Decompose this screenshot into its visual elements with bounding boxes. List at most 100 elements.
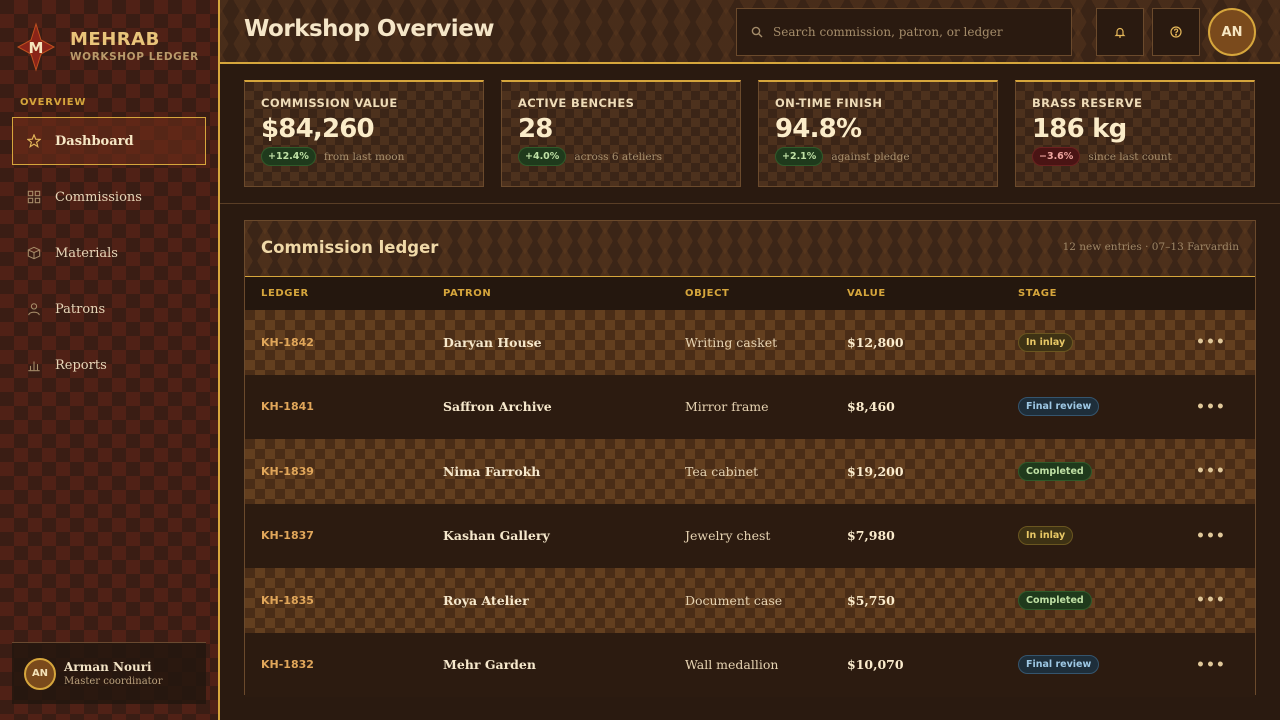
stage-badge: Final review bbox=[1018, 397, 1100, 417]
table-row[interactable]: KH-1837 Kashan Gallery Jewelry chest $7,… bbox=[245, 503, 1255, 569]
stage-cell: Completed bbox=[1002, 568, 1180, 633]
user-profile-card[interactable]: AN Arman Nouri Master coordinator bbox=[12, 642, 206, 704]
stage-badge: Final review bbox=[1018, 655, 1100, 675]
column-header-stage[interactable]: STAGE bbox=[1002, 277, 1180, 310]
stat-label: ACTIVE BENCHES bbox=[518, 96, 635, 110]
stat-label: ON-TIME FINISH bbox=[775, 96, 883, 110]
object-cell: Wall medallion bbox=[685, 657, 779, 673]
box-icon bbox=[27, 246, 41, 260]
table-row[interactable]: KH-1835 Roya Atelier Document case $5,75… bbox=[245, 568, 1255, 633]
stat-delta-badge: +4.0% bbox=[518, 147, 567, 166]
object-cell: Mirror frame bbox=[685, 399, 769, 415]
column-header-patron[interactable]: PATRON bbox=[427, 277, 669, 310]
stage-badge: In inlay bbox=[1018, 332, 1074, 352]
more-options-icon[interactable]: ••• bbox=[1196, 334, 1226, 350]
row-actions-cell: ••• bbox=[1180, 504, 1255, 569]
patron-cell: Saffron Archive bbox=[443, 399, 552, 415]
stat-card-brass-reserve: BRASS RESERVE 186 kg −3.6% since last co… bbox=[1015, 80, 1255, 187]
ledger-id-link[interactable]: KH-1841 bbox=[245, 375, 427, 440]
patron-cell: Kashan Gallery bbox=[443, 528, 550, 544]
bell-icon bbox=[1114, 23, 1126, 42]
ledger-id-link[interactable]: KH-1832 bbox=[245, 633, 427, 698]
brand[interactable]: M MEHRAB WORKSHOP LEDGER bbox=[16, 22, 199, 72]
star-icon bbox=[27, 134, 41, 148]
sidebar-item-reports[interactable]: Reports bbox=[12, 341, 206, 389]
more-options-icon[interactable]: ••• bbox=[1196, 399, 1226, 415]
value-cell: $7,980 bbox=[847, 528, 895, 544]
stat-label: BRASS RESERVE bbox=[1032, 96, 1143, 110]
help-button[interactable] bbox=[1152, 8, 1200, 56]
stat-note: from last moon bbox=[323, 150, 405, 163]
stat-delta-badge: +12.4% bbox=[261, 147, 316, 166]
table-row[interactable]: KH-1832 Mehr Garden Wall medallion $10,0… bbox=[245, 632, 1255, 698]
object-cell: Tea cabinet bbox=[685, 463, 759, 479]
ledger-header: Commission ledger 12 new entries · 07–13… bbox=[245, 221, 1255, 277]
value-cell: $10,070 bbox=[847, 657, 904, 673]
more-options-icon[interactable]: ••• bbox=[1196, 592, 1226, 608]
ledger-meta: 12 new entries · 07–13 Farvardin bbox=[1062, 241, 1239, 253]
more-options-icon[interactable]: ••• bbox=[1196, 528, 1226, 544]
patron-cell: Roya Atelier bbox=[443, 592, 529, 608]
sidebar-item-label: Dashboard bbox=[55, 133, 134, 149]
patron-cell: Daryan House bbox=[443, 334, 542, 350]
table-header-row: LEDGER PATRON OBJECT VALUE STAGE bbox=[245, 277, 1255, 310]
row-actions-cell: ••• bbox=[1180, 633, 1255, 698]
search-icon bbox=[751, 23, 763, 42]
notifications-button[interactable] bbox=[1096, 8, 1144, 56]
column-header-ledger[interactable]: LEDGER bbox=[245, 277, 427, 310]
stat-value: 28 bbox=[518, 114, 553, 144]
user-icon bbox=[27, 302, 41, 316]
sidebar-item-label: Patrons bbox=[55, 301, 106, 317]
stat-label: COMMISSION VALUE bbox=[261, 96, 398, 110]
ledger-id-link[interactable]: KH-1835 bbox=[245, 568, 427, 633]
more-options-icon[interactable]: ••• bbox=[1196, 463, 1226, 479]
stat-value: 94.8% bbox=[775, 114, 862, 144]
stage-cell: Final review bbox=[1002, 633, 1180, 698]
object-cell: Jewelry chest bbox=[685, 528, 771, 544]
top-header: Workshop Overview AN bbox=[220, 0, 1280, 64]
bar-chart-icon bbox=[27, 358, 41, 372]
column-header-actions bbox=[1180, 277, 1255, 310]
sidebar-item-patrons[interactable]: Patrons bbox=[12, 285, 206, 333]
stage-cell: In inlay bbox=[1002, 504, 1180, 569]
sidebar-nav: Dashboard Commissions Materials Patrons … bbox=[12, 117, 206, 397]
stage-badge: In inlay bbox=[1018, 526, 1074, 546]
sidebar-item-commissions[interactable]: Commissions bbox=[12, 173, 206, 221]
column-header-value[interactable]: VALUE bbox=[831, 277, 1002, 310]
sidebar-item-dashboard[interactable]: Dashboard bbox=[12, 117, 206, 165]
user-name: Arman Nouri bbox=[64, 659, 152, 674]
value-cell: $12,800 bbox=[847, 334, 904, 350]
header-avatar[interactable]: AN bbox=[1208, 8, 1256, 56]
stat-note: against pledge bbox=[831, 150, 910, 163]
sidebar-item-materials[interactable]: Materials bbox=[12, 229, 206, 277]
stat-card-commission-value: COMMISSION VALUE $84,260 +12.4% from las… bbox=[244, 80, 484, 187]
ledger-id-link[interactable]: KH-1842 bbox=[245, 310, 427, 375]
stat-card-active-benches: ACTIVE BENCHES 28 +4.0% across 6 atelier… bbox=[501, 80, 741, 187]
stage-cell: Completed bbox=[1002, 439, 1180, 504]
value-cell: $5,750 bbox=[847, 592, 895, 608]
search-input[interactable] bbox=[773, 25, 1053, 39]
column-header-object[interactable]: OBJECT bbox=[669, 277, 831, 310]
ledger-table: LEDGER PATRON OBJECT VALUE STAGE KH-1842… bbox=[245, 277, 1255, 697]
table-row[interactable]: KH-1839 Nima Farrokh Tea cabinet $19,200… bbox=[245, 439, 1255, 504]
table-row[interactable]: KH-1842 Daryan House Writing casket $12,… bbox=[245, 310, 1255, 375]
search-box[interactable] bbox=[736, 8, 1072, 56]
value-cell: $8,460 bbox=[847, 399, 895, 415]
patron-cell: Mehr Garden bbox=[443, 657, 536, 673]
row-actions-cell: ••• bbox=[1180, 439, 1255, 504]
object-cell: Writing casket bbox=[685, 334, 778, 350]
stat-value: 186 kg bbox=[1032, 114, 1127, 144]
value-cell: $19,200 bbox=[847, 463, 904, 479]
stats-section: COMMISSION VALUE $84,260 +12.4% from las… bbox=[220, 64, 1280, 204]
sidebar-item-label: Reports bbox=[55, 357, 107, 373]
brand-logo-icon: M bbox=[16, 22, 56, 72]
row-actions-cell: ••• bbox=[1180, 310, 1255, 375]
table-row[interactable]: KH-1841 Saffron Archive Mirror frame $8,… bbox=[245, 374, 1255, 440]
stat-delta-badge: +2.1% bbox=[775, 147, 824, 166]
more-options-icon[interactable]: ••• bbox=[1196, 657, 1226, 673]
stat-note: since last count bbox=[1088, 150, 1172, 163]
ledger-title: Commission ledger bbox=[261, 238, 439, 257]
ledger-id-link[interactable]: KH-1837 bbox=[245, 504, 427, 569]
grid-icon bbox=[27, 190, 41, 204]
ledger-id-link[interactable]: KH-1839 bbox=[245, 439, 427, 504]
